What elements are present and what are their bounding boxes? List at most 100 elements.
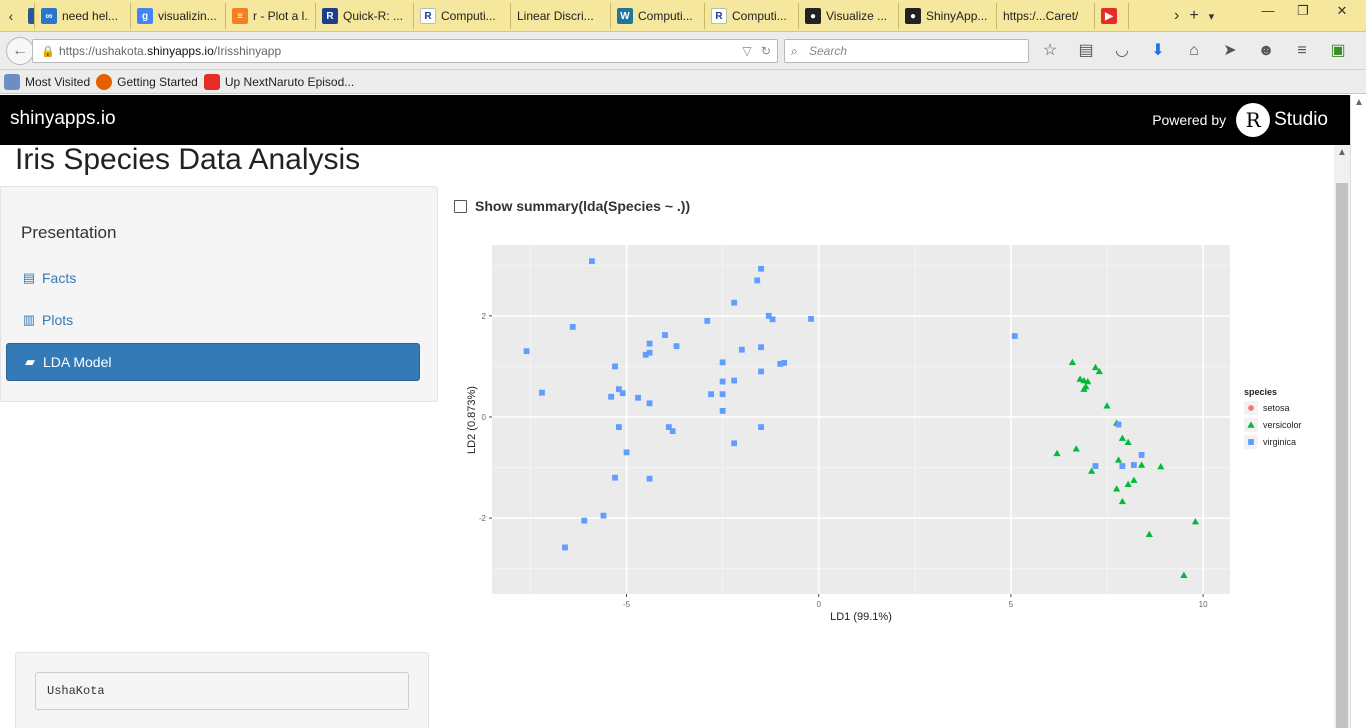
app-header: shinyapps.io Powered by R Studio bbox=[0, 95, 1350, 145]
virginica-point bbox=[719, 378, 726, 385]
wordpress-icon: W bbox=[617, 8, 633, 24]
virginica-point bbox=[708, 391, 714, 398]
sidebar-item-plots[interactable]: ▥ Plots bbox=[6, 301, 420, 339]
maximize-icon[interactable]: ❐ bbox=[1293, 2, 1313, 20]
y-axis-label: LD2 (0.873%) bbox=[466, 386, 478, 454]
browser-tab[interactable]: W Computi... bbox=[611, 3, 705, 29]
url-history-dropdown-icon[interactable]: ▽ bbox=[742, 44, 751, 58]
bookmark-star-icon[interactable]: ☆ bbox=[1040, 41, 1060, 61]
sidebar-item-facts[interactable]: ▤ Facts bbox=[6, 259, 420, 297]
x-tick-label: 5 bbox=[1009, 600, 1014, 609]
legend-key-virginica bbox=[1248, 439, 1254, 445]
reading-list-icon[interactable]: ▤ bbox=[1076, 41, 1096, 61]
virginica-point bbox=[769, 316, 776, 323]
tab-label: Computi... bbox=[638, 9, 693, 23]
tab-label: visualizin... bbox=[158, 9, 217, 23]
minimize-icon[interactable]: — bbox=[1258, 2, 1278, 20]
content-scrollbar[interactable]: ▲ bbox=[1334, 145, 1350, 728]
x-tick-label: -5 bbox=[623, 600, 631, 609]
url-domain: shinyapps.io bbox=[147, 44, 214, 58]
download-icon[interactable]: ⬇ bbox=[1148, 41, 1168, 61]
tab-label: need hel... bbox=[62, 9, 119, 23]
virginica-point bbox=[646, 400, 653, 407]
close-window-icon[interactable]: ✕ bbox=[1332, 2, 1352, 20]
tab-label: Linear Discri... bbox=[517, 9, 594, 23]
browser-tab[interactable]: R Computi... bbox=[414, 3, 511, 29]
tab-scroll-left-icon[interactable]: ‹ bbox=[2, 4, 20, 28]
bookmark-item[interactable]: Most Visited bbox=[4, 73, 90, 90]
summary-checkbox-label: Show summary(lda(Species ~ .)) bbox=[475, 198, 691, 214]
tab-scroll-right-icon[interactable]: › bbox=[1174, 7, 1179, 25]
sidebar-item-lda-model[interactable]: ▰ LDA Model bbox=[6, 343, 420, 381]
navigation-bar: ← 🔒 https://ushakota.shinyapps.io/Irisshi… bbox=[0, 32, 1366, 70]
browser-tab[interactable]: ≡ r - Plot a l... bbox=[226, 3, 316, 29]
bookmark-item[interactable]: Getting Started bbox=[96, 73, 198, 90]
home-icon[interactable]: ⌂ bbox=[1184, 41, 1204, 61]
summary-checkbox[interactable] bbox=[454, 199, 467, 213]
virginica-point bbox=[719, 408, 726, 414]
virginica-point bbox=[619, 390, 626, 397]
browser-tab[interactable]: Linear Discri... bbox=[511, 3, 611, 29]
virginica-point bbox=[777, 360, 784, 367]
scroll-thumb[interactable] bbox=[1336, 183, 1348, 728]
browser-tab[interactable]: g visualizin... bbox=[131, 3, 226, 29]
legend-label: versicolor bbox=[1263, 420, 1302, 430]
lda-plot: -5 0 5 10 -2 0 2 LD1 (99.1%) LD2 (0.873%) spec… bbox=[460, 236, 1320, 628]
pocket-icon[interactable]: ◡ bbox=[1112, 41, 1132, 61]
virginica-point bbox=[562, 544, 568, 551]
browser-tab[interactable]: ▶P bbox=[1095, 3, 1129, 29]
browser-tab[interactable]: R Computi... bbox=[705, 3, 799, 29]
extension-icon[interactable]: ▣ bbox=[1328, 41, 1348, 61]
rstudio-logo[interactable]: R Studio bbox=[1236, 103, 1328, 137]
url-path: /Irisshinyapp bbox=[213, 44, 282, 58]
virginica-point bbox=[758, 424, 764, 430]
legend-title: species bbox=[1244, 387, 1277, 397]
menu-icon[interactable]: ≡ bbox=[1292, 41, 1312, 61]
page-scrollbar[interactable]: ▲ bbox=[1350, 95, 1366, 728]
reload-icon[interactable]: ↻ bbox=[761, 44, 771, 58]
sidebar: Presentation ▤ Facts ▥ Plots ▰ LDA Model bbox=[0, 186, 438, 402]
virginica-point bbox=[808, 315, 814, 322]
virginica-point bbox=[646, 349, 653, 356]
virginica-point bbox=[612, 363, 618, 370]
rstudio-r-icon: R bbox=[1236, 103, 1271, 137]
virginica-point bbox=[1115, 421, 1122, 428]
tab-list-dropdown-icon[interactable]: ▾ bbox=[1209, 10, 1215, 23]
bookmark-item[interactable]: Up NextNaruto Episod... bbox=[203, 73, 354, 90]
virginica-point bbox=[719, 359, 726, 366]
page-scroll-up-icon[interactable]: ▲ bbox=[1351, 95, 1366, 111]
url-bar[interactable]: 🔒 https://ushakota.shinyapps.io/Irisshiny… bbox=[32, 39, 778, 63]
page-title: Iris Species Data Analysis bbox=[15, 143, 361, 176]
browser-tab[interactable]: f.. bbox=[22, 3, 35, 29]
browser-tab[interactable]: R Quick-R: ... bbox=[316, 3, 414, 29]
tab-label: Computi... bbox=[732, 9, 787, 23]
bar-chart-icon: ▥ bbox=[22, 312, 36, 327]
tab-label: https:/...Caret/ bbox=[1003, 9, 1079, 23]
tab-label: Visualize ... bbox=[826, 9, 888, 23]
summary-checkbox-row[interactable]: Show summary(lda(Species ~ .)) bbox=[454, 198, 690, 214]
user-output: UshaKota bbox=[35, 672, 409, 710]
new-tab-icon[interactable]: + bbox=[1189, 7, 1198, 25]
send-icon[interactable]: ➤ bbox=[1220, 41, 1240, 61]
scroll-up-icon[interactable]: ▲ bbox=[1334, 145, 1350, 161]
virginica-point bbox=[673, 343, 680, 350]
sidebar-item-label: LDA Model bbox=[43, 354, 112, 370]
back-button[interactable]: ← bbox=[6, 37, 34, 65]
brand-link[interactable]: shinyapps.io bbox=[10, 108, 116, 130]
browser-tab[interactable]: https:/...Caret/ bbox=[997, 3, 1095, 29]
virginica-point bbox=[758, 368, 764, 375]
virginica-point bbox=[589, 258, 595, 265]
virginica-point bbox=[1131, 462, 1137, 468]
browser-tab[interactable]: ∞ need hel... bbox=[35, 3, 131, 29]
browser-tab[interactable]: ● Visualize ... bbox=[799, 3, 899, 29]
smiley-icon[interactable]: ☻ bbox=[1256, 41, 1276, 61]
legend-label: setosa bbox=[1263, 403, 1290, 413]
virginica-point bbox=[646, 340, 653, 347]
toolbar-icons: ☆ ▤ ◡ ⬇ ⌂ ➤ ☻ ≡ ▣ bbox=[1040, 41, 1348, 61]
browser-tab[interactable]: ● ShinyApp... bbox=[899, 3, 997, 29]
tab-label: Quick-R: ... bbox=[343, 9, 404, 23]
google-icon: g bbox=[137, 8, 153, 24]
search-input[interactable]: ⌕ Search bbox=[784, 39, 1029, 63]
virginica-point bbox=[600, 512, 607, 519]
virginica-point bbox=[758, 344, 764, 351]
